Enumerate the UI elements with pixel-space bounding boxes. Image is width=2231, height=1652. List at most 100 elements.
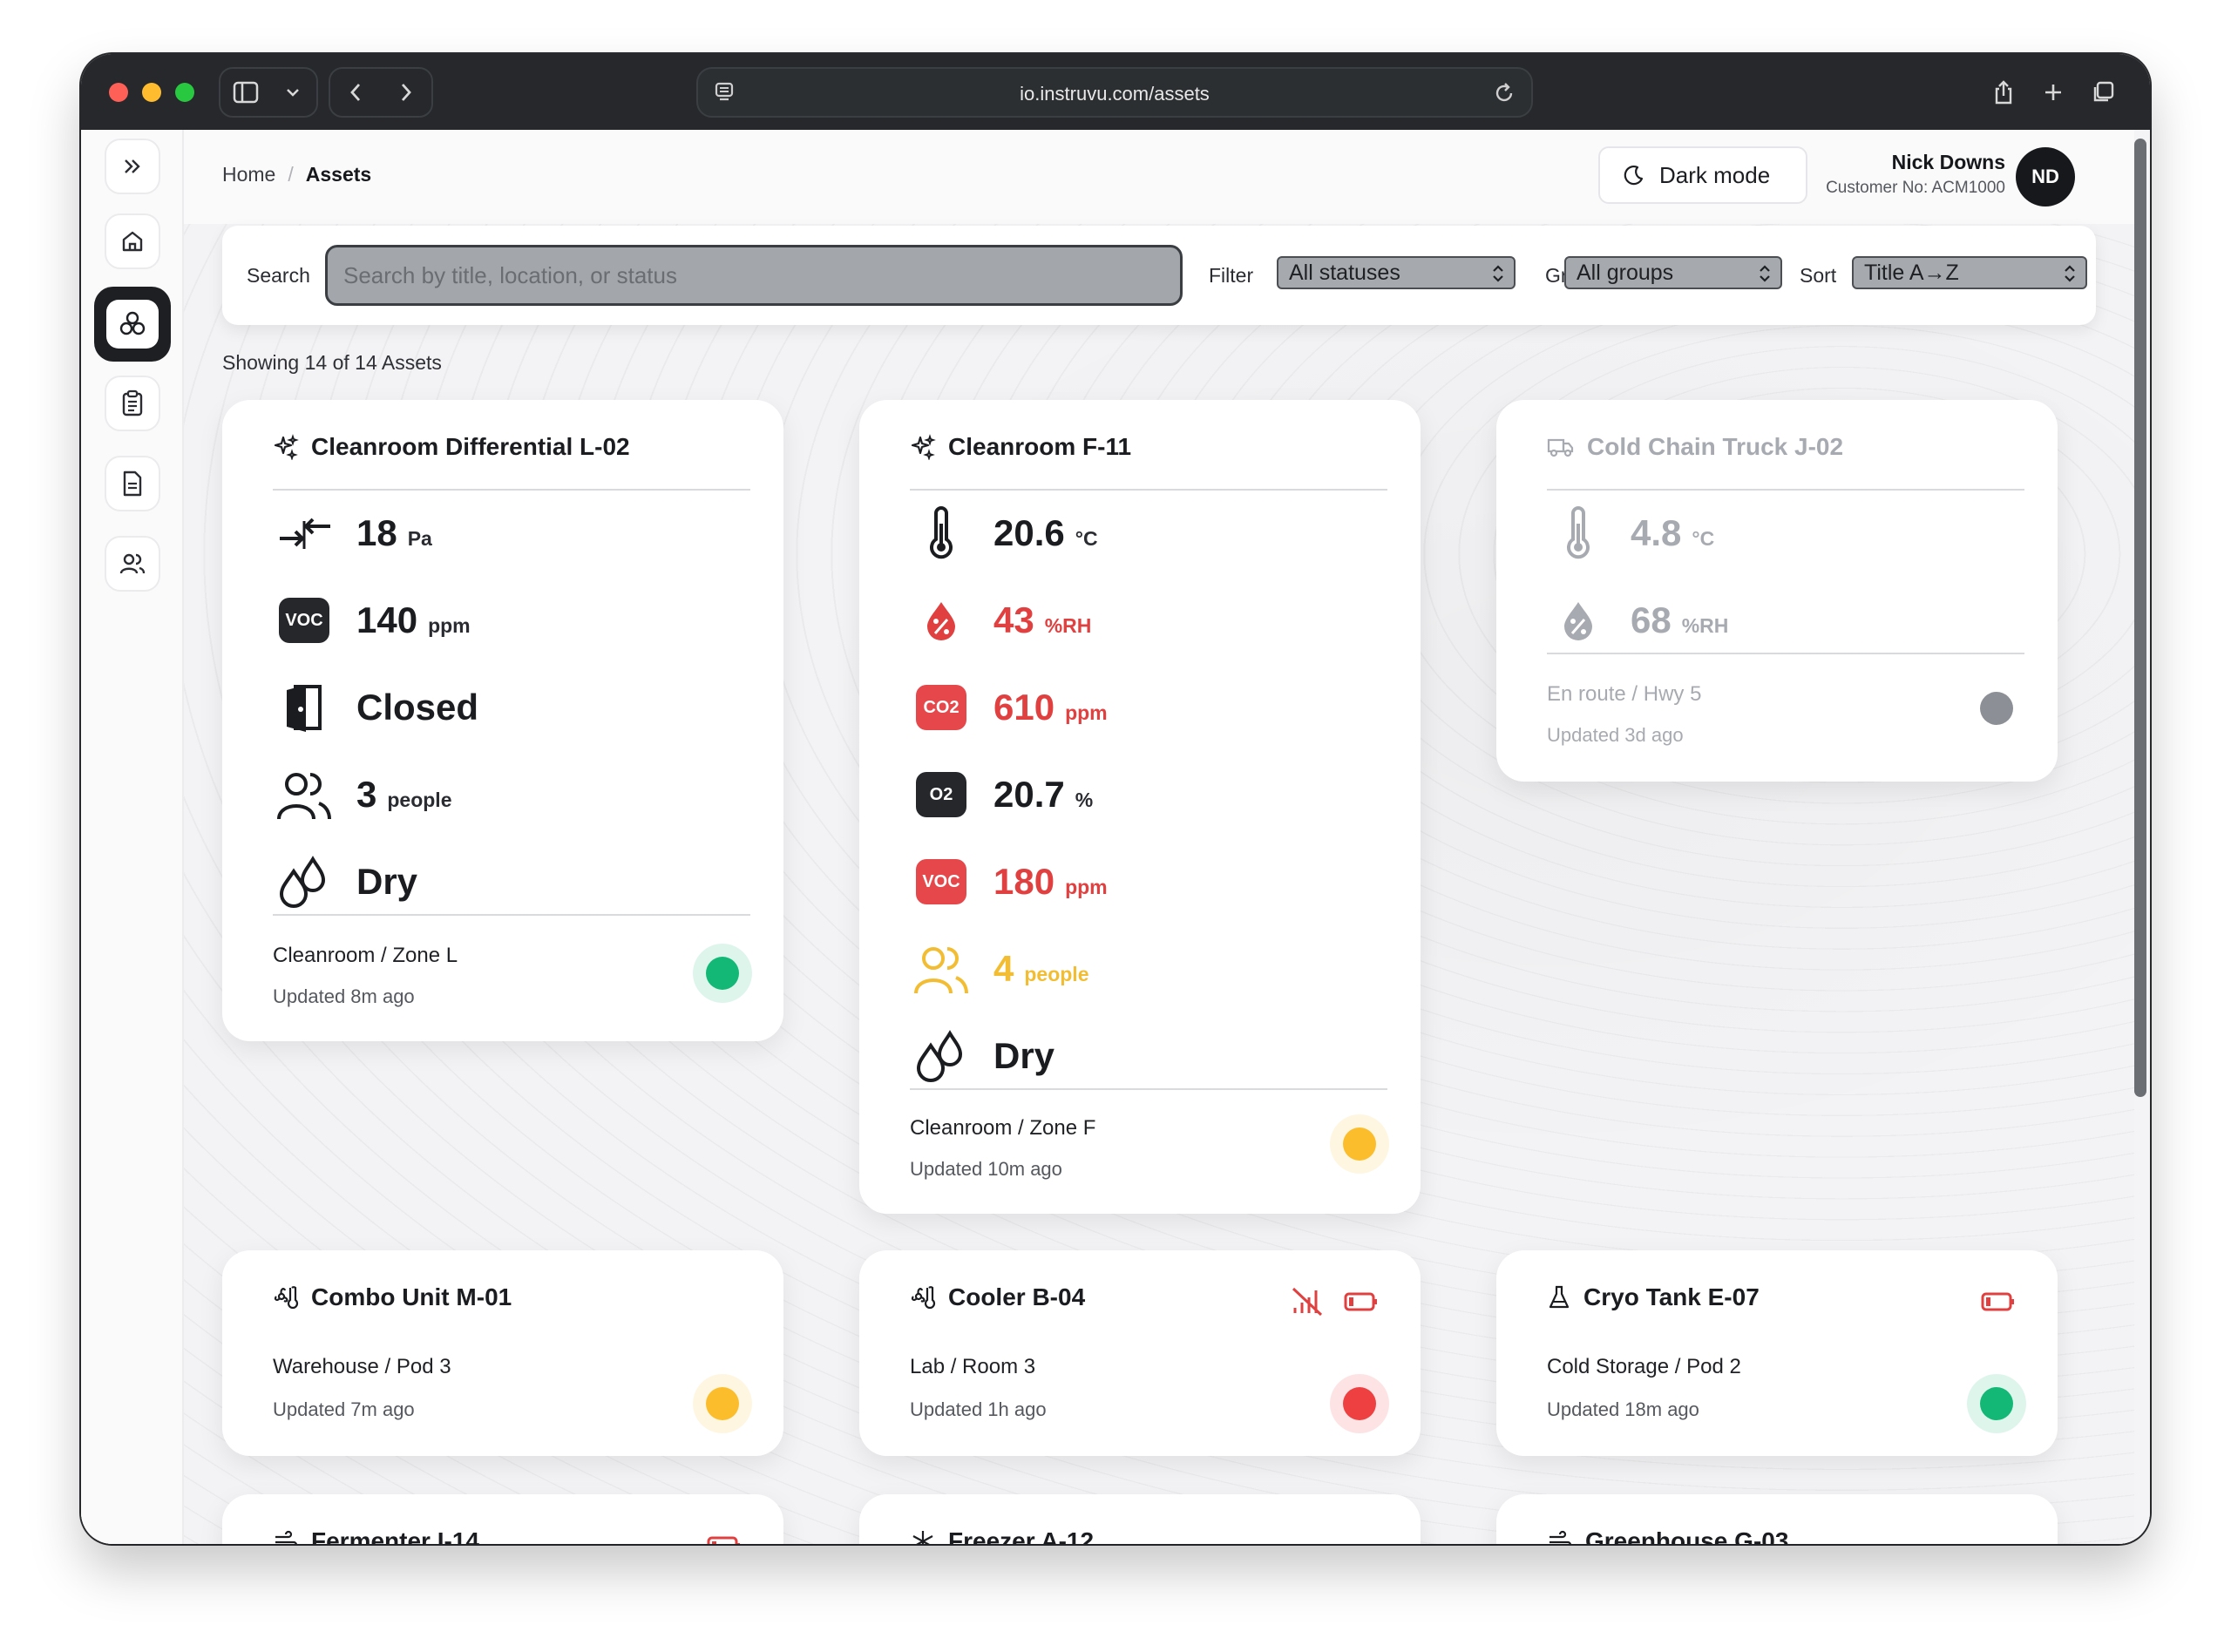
battery-low-icon (1344, 1292, 1377, 1311)
card-title: Freezer A-12 (910, 1527, 1094, 1544)
card-title-text: Freezer A-12 (948, 1527, 1095, 1544)
card-title-text: Greenhouse G-03 (1585, 1527, 1789, 1544)
sidebar-icon (233, 81, 259, 104)
voc-icon: VOC (279, 598, 329, 643)
sort-select-value: Title A→Z (1864, 260, 1959, 285)
card-updated: Updated 3d ago (1547, 724, 1684, 746)
o2-icon: O2 (916, 772, 966, 817)
updown-chevron-icon (2065, 265, 2075, 282)
zoom-window-button[interactable] (175, 83, 194, 102)
page-header: Home / Assets Dark mode Nick Downs Custo… (184, 130, 2134, 224)
card-title: Combo Unit M-01 (273, 1283, 512, 1311)
asset-card[interactable]: Cleanroom Differential L-02 18 Pa VOC 14… (222, 400, 783, 1041)
card-location: Cold Storage / Pod 2 (1547, 1355, 1741, 1378)
new-tab-button[interactable] (2029, 69, 2078, 116)
address-bar[interactable]: io.instruvu.com/assets (696, 67, 1533, 118)
metric-unit: % (1075, 788, 1094, 811)
card-divider (910, 489, 1387, 491)
fan-thermo-icon (911, 1286, 936, 1310)
droplets-icon (273, 851, 336, 912)
filter-select[interactable]: All statuses (1277, 256, 1516, 289)
metric-unit: people (387, 788, 452, 811)
co2-icon: CO2 (916, 685, 966, 730)
card-title: Cleanroom Differential L-02 (273, 433, 630, 461)
status-indicator (1330, 1374, 1389, 1433)
sidebar-item-tasks[interactable] (105, 376, 160, 431)
card-title-text: Cleanroom Differential L-02 (311, 433, 630, 460)
card-title: Cleanroom F-11 (910, 433, 1131, 461)
metric-unit: %RH (1681, 613, 1729, 637)
voc-icon: VOC (916, 859, 966, 904)
metric-unit: ppm (1065, 875, 1108, 898)
scrollbar[interactable] (2134, 139, 2146, 1097)
asset-card[interactable]: Greenhouse G-03 (1496, 1494, 2058, 1544)
back-button[interactable] (330, 69, 381, 116)
card-title: Cooler B-04 (910, 1283, 1085, 1311)
card-title: Greenhouse G-03 (1547, 1527, 1788, 1544)
assets-icon (119, 311, 146, 335)
reload-icon[interactable] (1493, 81, 1516, 110)
sidebar-item-users[interactable] (105, 536, 160, 592)
asset-card[interactable]: Cleanroom F-11 20.6 °C 43 %RH CO2 610 pp… (859, 400, 1421, 1214)
customer-number: Customer No: ACM1000 (1826, 179, 2005, 197)
people-icon (273, 764, 336, 825)
metric-value: 20.6 (993, 512, 1065, 553)
asset-card[interactable]: Combo Unit M-01 Warehouse / Pod 3 Update… (222, 1250, 783, 1456)
metric-unit: °C (1075, 526, 1098, 550)
sidebar-item-reports[interactable] (105, 456, 160, 511)
sidebar-menu-button[interactable] (271, 69, 315, 116)
search-input[interactable] (328, 247, 1180, 303)
status-indicator (1967, 679, 2026, 738)
tab-overview-button[interactable] (2078, 69, 2127, 116)
breadcrumb-home[interactable]: Home (222, 163, 275, 186)
expand-sidebar-button[interactable] (105, 139, 160, 194)
minimize-window-button[interactable] (142, 83, 161, 102)
metric-value: 180 (993, 861, 1055, 902)
card-divider (273, 914, 750, 916)
share-button[interactable] (1979, 69, 2029, 116)
thermometer-icon (910, 503, 973, 564)
chevron-down-icon (287, 89, 299, 97)
card-title: Cryo Tank E-07 (1547, 1283, 1760, 1311)
group-select[interactable]: All groups (1564, 256, 1782, 289)
users-icon (119, 553, 146, 574)
metric-temperature: 4.8 °C (1547, 503, 1714, 564)
asset-card[interactable]: Freezer A-12 (859, 1494, 1421, 1544)
door-icon (273, 677, 336, 738)
metric-value: 3 (356, 774, 377, 815)
breadcrumb-current: Assets (305, 163, 372, 186)
metric-value: 610 (993, 687, 1055, 728)
status-indicator (1330, 1114, 1389, 1174)
plus-icon (2045, 85, 2061, 100)
updown-chevron-icon (1760, 265, 1770, 282)
battery-low-icon (707, 1536, 740, 1544)
metric-o2: O2 20.7 % (910, 764, 1093, 825)
breadcrumb-separator: / (288, 163, 294, 186)
avatar[interactable]: ND (2016, 147, 2075, 206)
dark-mode-button[interactable]: Dark mode (1598, 146, 1807, 204)
chevron-left-icon (350, 84, 361, 101)
forward-button[interactable] (381, 69, 431, 116)
asset-card[interactable]: Cryo Tank E-07 Cold Storage / Pod 2 Upda… (1496, 1250, 2058, 1456)
status-indicator (693, 944, 752, 1003)
card-location: Lab / Room 3 (910, 1355, 1036, 1378)
asset-card[interactable]: Cooler B-04 Lab / Room 3 Updated 1h ago (859, 1250, 1421, 1456)
user-name: Nick Downs (1891, 151, 2005, 173)
main-content: Home / Assets Dark mode Nick Downs Custo… (184, 130, 2134, 1544)
asset-card[interactable]: Cold Chain Truck J-02 4.8 °C 68 %RH En r… (1496, 400, 2058, 782)
sidebar-item-assets[interactable] (94, 287, 171, 362)
card-updated: Updated 1h ago (910, 1398, 1047, 1420)
asset-card[interactable]: Fermenter I-14 (222, 1494, 783, 1544)
sidebar-item-home[interactable] (105, 213, 160, 269)
filter-label: Filter (1209, 264, 1254, 287)
battery-low-icon (1981, 1292, 2014, 1311)
card-divider (273, 489, 750, 491)
sidebar-toggle-button[interactable] (220, 69, 271, 116)
metric-unit: people (1024, 962, 1089, 985)
truck-icon (1547, 438, 1574, 457)
sort-select[interactable]: Title A→Z (1852, 256, 2087, 289)
metric-unit: Pa (407, 526, 432, 550)
metric-value: 18 (356, 512, 397, 553)
close-window-button[interactable] (109, 83, 128, 102)
history-nav-group (329, 67, 433, 118)
